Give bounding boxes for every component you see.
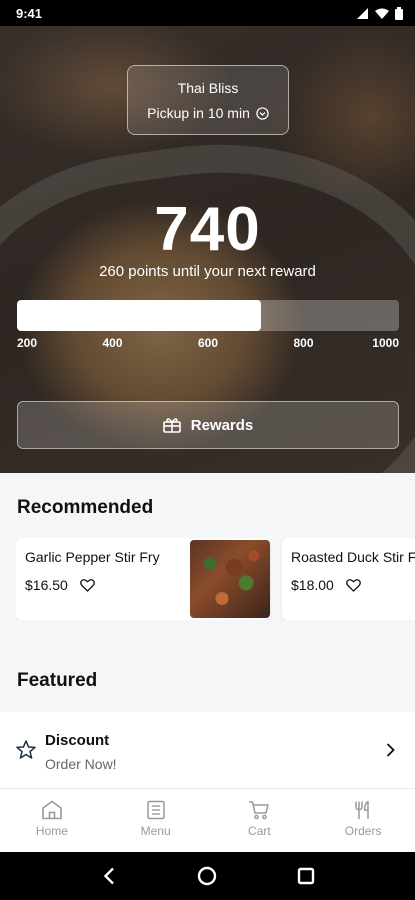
- nav-item-home[interactable]: Home: [0, 789, 104, 852]
- points-subtitle: 260 points until your next reward: [99, 263, 316, 280]
- store-selector[interactable]: Thai Bliss Pickup in 10 min: [127, 65, 289, 135]
- featured-item-discount[interactable]: Discount Order Now!: [0, 712, 415, 788]
- heart-icon[interactable]: [345, 578, 361, 592]
- signal-icon: [357, 7, 368, 19]
- rewards-button-label: Rewards: [190, 416, 254, 434]
- status-time: 9:41: [16, 5, 43, 21]
- recommended-heading: Recommended: [17, 497, 154, 518]
- gift-icon: [162, 418, 181, 433]
- featured-heading: Featured: [17, 670, 98, 691]
- progress-tick-labels: 200 400 600 800 1000: [17, 336, 399, 352]
- heart-icon[interactable]: [79, 578, 95, 592]
- pickup-time: Pickup in 10 min: [147, 105, 250, 121]
- tick-label: 800: [293, 336, 314, 350]
- featured-item-name: Discount: [45, 732, 110, 749]
- cart-icon: [249, 801, 270, 820]
- wifi-icon: [375, 8, 389, 19]
- bottom-nav: Home Menu Cart Orders: [0, 788, 415, 852]
- item-photo: [190, 540, 270, 618]
- back-button[interactable]: [89, 856, 129, 896]
- chevron-down-circle-icon: [256, 106, 269, 120]
- recommended-item-card[interactable]: Roasted Duck Stir Fry $18.00: [282, 538, 415, 620]
- recommended-item-card[interactable]: Garlic Pepper Stir Fry $16.50: [16, 538, 270, 620]
- pickup-row: Pickup in 10 min: [128, 105, 288, 121]
- item-price: $16.50: [25, 577, 68, 593]
- hero-banner: Thai Bliss Pickup in 10 min 740 260 poin…: [0, 26, 415, 473]
- tick-label: 1000: [372, 336, 399, 350]
- nav-item-cart[interactable]: Cart: [208, 789, 312, 852]
- nav-item-label: Orders: [344, 824, 382, 838]
- recents-square-icon: [297, 867, 315, 885]
- featured-item-subtitle: Order Now!: [45, 756, 117, 772]
- system-nav-bar: [0, 852, 415, 900]
- fork-knife-icon: [355, 800, 369, 819]
- item-price: $18.00: [291, 577, 334, 593]
- nav-item-label: Cart: [248, 824, 271, 838]
- home-system-button[interactable]: [187, 856, 227, 896]
- item-name: Roasted Duck Stir Fry: [291, 549, 415, 565]
- home-icon: [42, 800, 62, 820]
- nav-item-orders[interactable]: Orders: [311, 789, 415, 852]
- back-arrow-icon: [103, 867, 115, 885]
- recents-button[interactable]: [286, 856, 326, 896]
- tick-label: 600: [197, 336, 219, 350]
- tick-label: 400: [102, 336, 123, 350]
- home-circle-icon: [198, 866, 217, 886]
- status-bar: 9:41: [0, 0, 415, 26]
- nav-item-menu[interactable]: Menu: [104, 789, 208, 852]
- tick-label: 200: [17, 336, 38, 350]
- chevron-right-icon: [386, 743, 395, 757]
- points-progress-bar: [17, 300, 399, 331]
- rewards-button[interactable]: Rewards: [17, 401, 399, 449]
- nav-item-label: Menu: [140, 824, 171, 838]
- store-name: Thai Bliss: [177, 80, 239, 96]
- recommended-carousel[interactable]: Garlic Pepper Stir Fry $16.50 Roasted Du…: [16, 538, 415, 620]
- nav-item-label: Home: [35, 824, 68, 838]
- star-icon: [16, 740, 36, 759]
- points-progress-fill: [17, 300, 262, 331]
- menu-book-icon: [146, 800, 165, 820]
- item-name: Garlic Pepper Stir Fry: [25, 549, 160, 565]
- battery-icon: [395, 6, 403, 20]
- status-icons: [357, 6, 403, 20]
- points-value: 740: [154, 195, 261, 264]
